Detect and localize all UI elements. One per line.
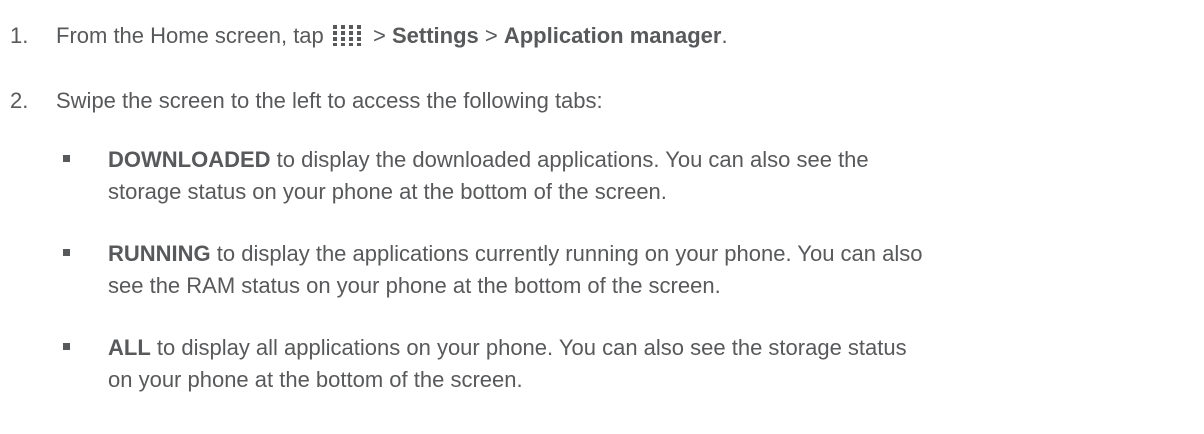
instruction-document: 1. From the Home screen, tap > Settings …: [0, 0, 1204, 434]
step-1-sep1: >: [366, 23, 392, 48]
step-1-suffix: .: [721, 23, 728, 48]
bullet-line-1: RUNNING to display the applications curr…: [108, 238, 1198, 270]
step-number: 1.: [10, 23, 29, 48]
tab-name-downloaded: DOWNLOADED: [108, 147, 271, 172]
bullet-line-2: see the RAM status on your phone at the …: [108, 273, 721, 298]
bullet-line-1-text: to display the applications currently ru…: [210, 241, 923, 266]
bullet-line-2: on your phone at the bottom of the scree…: [108, 367, 523, 392]
bullet-text: ALL to display all applications on your …: [108, 332, 1198, 396]
tab-name-running: RUNNING: [108, 241, 211, 266]
bullet-line-1: ALL to display all applications on your …: [108, 332, 1198, 364]
step-text: Swipe the screen to the left to access t…: [56, 88, 603, 113]
settings-label: Settings: [391, 23, 479, 48]
step-1-sep2: >: [478, 23, 504, 48]
application-manager-label: Application manager: [503, 23, 722, 48]
bullet-line-1: DOWNLOADED to display the downloaded app…: [108, 144, 1198, 176]
step-1-prefix: From the Home screen, tap: [56, 23, 330, 48]
bullet-line-2: storage status on your phone at the bott…: [108, 179, 667, 204]
bullet-square-icon: [63, 249, 70, 256]
step-text: From the Home screen, tap > Settings > A…: [56, 20, 728, 52]
bullet-text: DOWNLOADED to display the downloaded app…: [108, 144, 1198, 208]
step-number: 2.: [10, 88, 29, 113]
tab-name-all: ALL: [108, 335, 151, 360]
bullet-line-1-text: to display the downloaded applications. …: [270, 147, 869, 172]
bullet-square-icon: [63, 343, 70, 350]
bullet-square-icon: [63, 155, 70, 162]
bullet-text: RUNNING to display the applications curr…: [108, 238, 1198, 302]
bullet-line-1-text: to display all applications on your phon…: [150, 335, 907, 360]
apps-grid-icon: [332, 24, 366, 46]
